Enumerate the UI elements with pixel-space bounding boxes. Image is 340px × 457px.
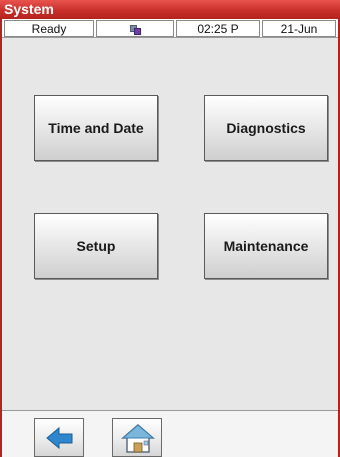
network-status-icon [129,23,141,35]
status-date: 21-Jun [262,20,336,37]
back-button[interactable] [34,418,84,457]
setup-button[interactable]: Setup [34,213,158,279]
back-arrow-icon [46,426,73,450]
maintenance-button[interactable]: Maintenance [204,213,328,279]
home-button[interactable] [112,418,162,457]
status-state: Ready [4,20,94,37]
status-time: 02:25 P [176,20,260,37]
diagnostics-button[interactable]: Diagnostics [204,95,328,161]
home-icon [120,424,156,453]
window-title: System [0,0,340,19]
status-icon-cell [96,20,174,37]
status-bar: Ready 02:25 P 21-Jun [2,19,338,38]
time-and-date-button[interactable]: Time and Date [34,95,158,161]
